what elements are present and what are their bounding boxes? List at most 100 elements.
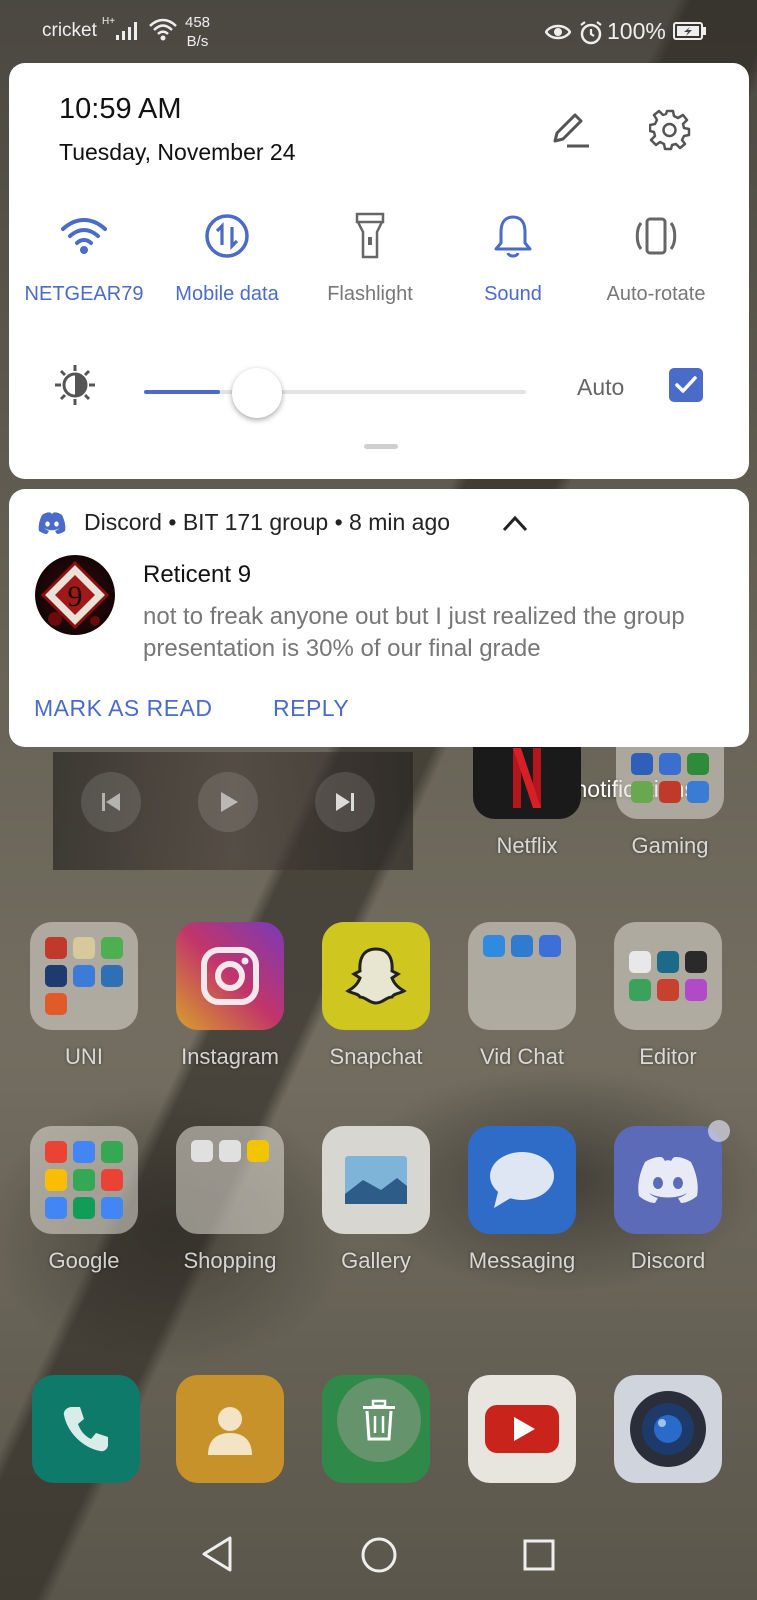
auto-rotate-icon (635, 217, 677, 255)
skip-next-icon (336, 793, 354, 811)
netflix-icon (473, 737, 581, 819)
alarm-icon (580, 21, 602, 45)
phone-icon (63, 1407, 108, 1452)
quick-settings-panel: 10:59 AM Tuesday, November 24 NETGEAR79 … (9, 63, 749, 479)
eye-comfort-icon (545, 24, 571, 40)
edit-pencil-icon[interactable] (551, 111, 591, 149)
media-widget (53, 752, 413, 870)
brightness-slider-thumb[interactable] (232, 368, 282, 418)
folder-icon (614, 922, 722, 1030)
snapchat-ghost-icon (322, 922, 430, 1030)
clock-date: Tuesday, November 24 (59, 139, 296, 165)
auto-brightness-checkbox[interactable] (669, 368, 703, 402)
brightness-slider-fill (144, 390, 220, 394)
mobile-data-icon (205, 214, 249, 258)
folder-uni[interactable]: UNI (30, 922, 138, 1070)
tile-wifi[interactable]: NETGEAR79 (11, 211, 157, 306)
tile-flashlight[interactable]: Flashlight (297, 211, 443, 306)
tile-auto-rotate[interactable]: Auto-rotate (583, 211, 729, 306)
clock-time: 10:59 AM (59, 93, 182, 125)
trash-icon (363, 1399, 395, 1441)
app-label: Editor (639, 1044, 697, 1069)
tile-mobile-data[interactable]: Mobile data (154, 211, 300, 306)
folder-shopping[interactable]: Shopping (176, 1126, 284, 1274)
app-snapchat[interactable]: Snapchat (322, 922, 430, 1070)
network-speed-unit: B/s (186, 33, 209, 50)
app-discord[interactable]: Discord (614, 1126, 722, 1274)
app-label: UNI (65, 1044, 103, 1069)
phone-app[interactable] (32, 1375, 140, 1483)
previous-track-button[interactable] (81, 772, 141, 832)
tile-label: Flashlight (327, 283, 413, 305)
folder-editor[interactable]: Editor (614, 922, 722, 1070)
battery-charging-icon (673, 22, 706, 40)
app-gallery[interactable]: Gallery (322, 1126, 430, 1274)
panel-drag-handle[interactable] (364, 444, 398, 449)
navigation-bar (0, 1510, 757, 1600)
wifi-icon (61, 218, 107, 254)
recent-apps-button[interactable] (522, 1538, 556, 1572)
carrier-name: cricket (42, 20, 97, 41)
app-label: Gallery (341, 1248, 411, 1273)
app-netflix[interactable]: Netflix (473, 737, 581, 859)
signal-icon (116, 22, 137, 40)
camera-app[interactable] (614, 1375, 722, 1483)
flashlight-icon (355, 212, 385, 259)
play-icon (221, 792, 238, 812)
gallery-icon (322, 1126, 430, 1234)
brightness-icon (55, 365, 95, 405)
youtube-app[interactable] (468, 1375, 576, 1483)
next-track-button[interactable] (315, 772, 375, 832)
app-label: Netflix (496, 833, 558, 858)
skip-previous-icon (102, 793, 120, 811)
bell-icon (494, 215, 532, 258)
instagram-icon (176, 922, 284, 1030)
contact-person-icon (208, 1407, 252, 1455)
app-label: Snapchat (329, 1044, 423, 1069)
contacts-app[interactable] (176, 1375, 284, 1483)
svg-text:9: 9 (68, 580, 83, 613)
brightness-slider[interactable] (144, 390, 526, 394)
play-button[interactable] (198, 772, 258, 832)
tile-label: NETGEAR79 (24, 283, 144, 305)
network-speed-value: 458 (185, 14, 211, 31)
folder-vid-chat[interactable]: Vid Chat (468, 922, 576, 1070)
tile-label: Sound (484, 283, 542, 305)
back-button[interactable] (200, 1534, 234, 1574)
folder-icon (468, 922, 576, 1030)
folder-icon (176, 1126, 284, 1234)
notification-time: 8 min ago (349, 509, 451, 535)
checkmark-icon (675, 376, 697, 393)
chevron-up-icon[interactable] (502, 515, 528, 533)
folder-icon (616, 737, 724, 819)
app-label: Instagram (181, 1044, 279, 1069)
folder-gaming[interactable]: Gaming (616, 737, 724, 859)
discord-notification[interactable]: Discord • BIT 171 group • 8 min ago 9 Re… (9, 489, 749, 747)
app-label: Discord (630, 1248, 706, 1273)
home-button[interactable] (360, 1536, 398, 1574)
battery-percent: 100% (607, 18, 666, 44)
sender-avatar: 9 (35, 555, 115, 635)
app-instagram[interactable]: Instagram (176, 922, 284, 1070)
app-messaging[interactable]: Messaging (468, 1126, 576, 1274)
discord-icon (38, 512, 66, 534)
camera-lens-icon (630, 1391, 706, 1467)
network-type: H+ (102, 16, 116, 27)
folder-icon (30, 1126, 138, 1234)
discord-icon (614, 1126, 722, 1234)
auto-brightness-label: Auto (577, 374, 625, 400)
notification-sender: Reticent 9 (143, 561, 252, 588)
youtube-play-icon (485, 1405, 559, 1453)
mark-as-read-button[interactable]: MARK AS READ (34, 695, 213, 722)
delete-button[interactable] (337, 1378, 421, 1462)
network-speed: 458 B/s (185, 13, 210, 51)
header-separator: • (168, 509, 183, 535)
tile-sound[interactable]: Sound (440, 211, 586, 306)
reply-button[interactable]: REPLY (273, 695, 349, 722)
tile-label: Auto-rotate (606, 283, 706, 305)
folder-google[interactable]: Google (30, 1126, 138, 1274)
app-label: Shopping (183, 1248, 277, 1273)
header-separator: • (334, 509, 350, 535)
settings-gear-icon[interactable] (649, 109, 691, 151)
app-label: Vid Chat (480, 1044, 564, 1069)
